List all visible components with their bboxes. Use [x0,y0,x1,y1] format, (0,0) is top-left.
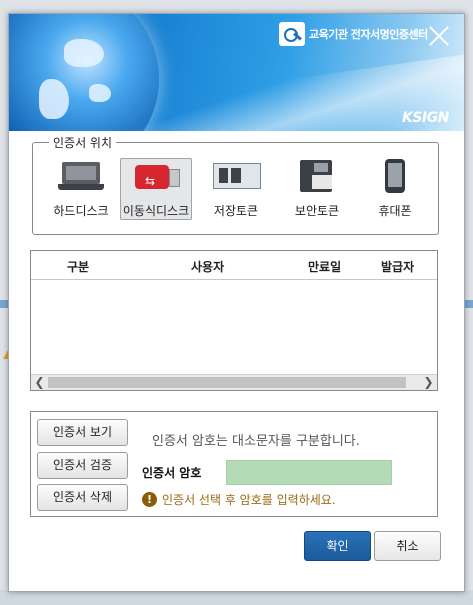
verify-certificate-button[interactable]: 인증서 검증 [37,452,128,479]
location-label: 보안토큰 [294,204,340,218]
password-warning: ! 인증서 선택 후 암호를 입력하세요. [142,491,336,508]
column-type: 구분 [67,260,90,274]
certificate-dialog: 교육기관 전자서명인증센터 KSIGN 인증서 위치 하드디스크 ⇆ 이동식디스… [8,13,465,592]
location-label: 휴대폰 [378,204,412,218]
brand: 교육기관 전자서명인증센터 [279,22,428,46]
location-storage-token[interactable]: 저장토큰 [201,159,271,219]
hard-disk-icon [58,159,104,195]
table-header: 구분 사용자 만료일 발급자 [31,251,437,280]
delete-certificate-button[interactable]: 인증서 삭제 [37,484,128,511]
scrollbar-thumb[interactable] [48,377,406,388]
location-removable-disk[interactable]: ⇆ 이동식디스크 [120,158,192,220]
close-icon[interactable] [427,24,451,48]
horizontal-scrollbar[interactable]: ❮ ❯ [31,374,437,390]
warning-text: 인증서 선택 후 암호를 입력하세요. [162,493,336,507]
column-user: 사용자 [191,260,225,274]
location-label: 이동식디스크 [122,204,190,218]
location-security-token[interactable]: 보안토큰 [282,159,352,219]
location-label: 저장토큰 [213,204,259,218]
warning-icon: ! [142,492,157,507]
scroll-right-icon[interactable]: ❯ [421,375,436,390]
password-label: 인증서 암호 [142,466,202,480]
background-window-footer [0,590,473,605]
key-logo-icon [279,22,305,46]
column-issuer: 발급자 [381,260,415,274]
brand-title: 교육기관 전자서명인증센터 [309,28,428,41]
header-banner: 교육기관 전자서명인증센터 KSIGN [9,14,464,131]
mobile-phone-icon [372,159,418,195]
scroll-left-icon[interactable]: ❮ [32,375,47,390]
location-hard-disk[interactable]: 하드디스크 [46,159,116,219]
storage-token-icon [213,159,261,195]
security-token-icon [294,159,340,195]
certificate-action-panel: 인증서 보기 인증서 검증 인증서 삭제 인증서 암호는 대소문자를 구분합니다… [30,411,438,517]
cancel-button[interactable]: 취소 [374,531,441,561]
location-mobile-phone[interactable]: 휴대폰 [360,159,430,219]
view-certificate-button[interactable]: 인증서 보기 [37,419,128,446]
certificate-table[interactable]: 구분 사용자 만료일 발급자 ❮ ❯ [30,250,438,391]
column-expiry: 만료일 [308,260,342,274]
password-field[interactable] [226,460,392,485]
vendor-logo: KSIGN [402,110,449,126]
location-legend: 인증서 위치 [49,134,117,151]
location-label: 하드디스크 [53,204,109,218]
certificate-location-group: 인증서 위치 하드디스크 ⇆ 이동식디스크 저장토큰 보안토큰 휴대폰 [32,134,439,235]
ok-button[interactable]: 확인 [304,531,371,561]
case-sensitive-notice: 인증서 암호는 대소문자를 구분합니다. [152,434,360,449]
usb-drive-icon: ⇆ [133,159,180,195]
